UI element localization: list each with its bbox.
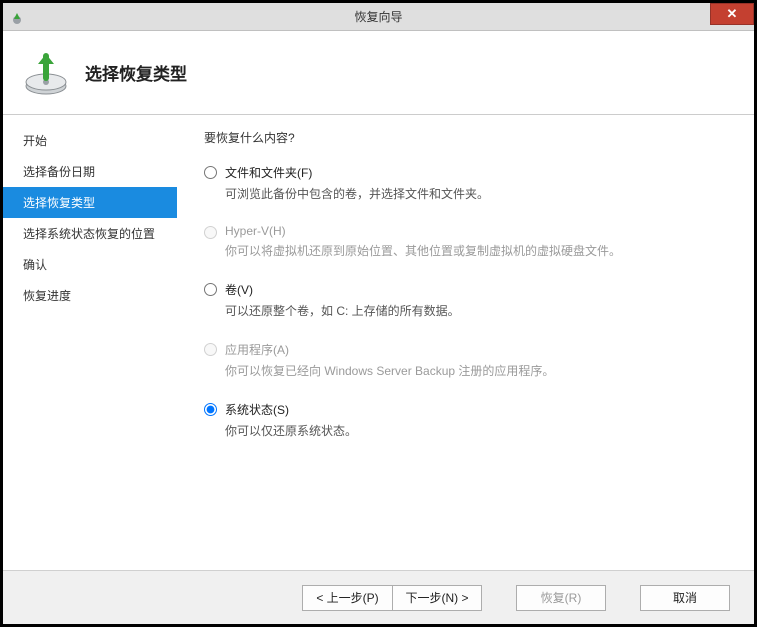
app-icon	[9, 9, 25, 25]
radio-volume[interactable]	[204, 283, 217, 296]
wizard-footer: < 上一步(P) 下一步(N) > 恢复(R) 取消	[3, 570, 754, 624]
radio-files[interactable]	[204, 166, 217, 179]
step-start[interactable]: 开始	[3, 125, 177, 156]
back-button[interactable]: < 上一步(P)	[302, 585, 392, 611]
radio-apps	[204, 343, 217, 356]
close-icon: ✕	[727, 6, 738, 22]
option-files-label: 文件和文件夹(F)	[225, 164, 489, 181]
option-volume-desc: 可以还原整个卷，如 C: 上存储的所有数据。	[225, 302, 460, 319]
step-select-date[interactable]: 选择备份日期	[3, 156, 177, 187]
restore-icon	[21, 48, 71, 98]
option-files-desc: 可浏览此备份中包含的卷，并选择文件和文件夹。	[225, 185, 489, 202]
option-hyperv-label: Hyper-V(H)	[225, 224, 621, 238]
titlebar: 恢复向导 ✕	[3, 3, 754, 31]
step-confirm[interactable]: 确认	[3, 249, 177, 280]
close-button[interactable]: ✕	[710, 3, 754, 25]
option-volume[interactable]: 卷(V) 可以还原整个卷，如 C: 上存储的所有数据。	[204, 281, 734, 333]
option-hyperv: Hyper-V(H) 你可以将虚拟机还原到原始位置、其他位置或复制虚拟机的虚拟硬…	[204, 224, 734, 273]
wizard-sidebar: 开始 选择备份日期 选择恢复类型 选择系统状态恢复的位置 确认 恢复进度	[3, 115, 178, 570]
wizard-header: 选择恢复类型	[3, 31, 754, 115]
option-apps: 应用程序(A) 你可以恢复已经向 Windows Server Backup 注…	[204, 341, 734, 393]
content-question: 要恢复什么内容?	[204, 129, 734, 146]
wizard-content: 要恢复什么内容? 文件和文件夹(F) 可浏览此备份中包含的卷，并选择文件和文件夹…	[178, 115, 754, 570]
next-button[interactable]: 下一步(N) >	[392, 585, 482, 611]
radio-hyperv	[204, 226, 217, 239]
nav-button-group: < 上一步(P) 下一步(N) >	[302, 585, 482, 611]
option-volume-label: 卷(V)	[225, 281, 460, 298]
step-progress[interactable]: 恢复进度	[3, 280, 177, 311]
step-select-location[interactable]: 选择系统状态恢复的位置	[3, 218, 177, 249]
option-system-state[interactable]: 系统状态(S) 你可以仅还原系统状态。	[204, 401, 734, 453]
radio-system-state[interactable]	[204, 403, 217, 416]
cancel-button[interactable]: 取消	[640, 585, 730, 611]
window-title: 恢复向导	[354, 8, 402, 25]
wizard-body: 开始 选择备份日期 选择恢复类型 选择系统状态恢复的位置 确认 恢复进度 要恢复…	[3, 115, 754, 570]
option-system-state-label: 系统状态(S)	[225, 401, 357, 418]
option-hyperv-desc: 你可以将虚拟机还原到原始位置、其他位置或复制虚拟机的虚拟硬盘文件。	[225, 242, 621, 259]
recover-button: 恢复(R)	[516, 585, 606, 611]
option-apps-label: 应用程序(A)	[225, 341, 554, 358]
step-select-type[interactable]: 选择恢复类型	[3, 187, 177, 218]
option-files[interactable]: 文件和文件夹(F) 可浏览此备份中包含的卷，并选择文件和文件夹。	[204, 164, 734, 216]
page-title: 选择恢复类型	[85, 60, 187, 85]
option-apps-desc: 你可以恢复已经向 Windows Server Backup 注册的应用程序。	[225, 362, 554, 379]
option-system-state-desc: 你可以仅还原系统状态。	[225, 422, 357, 439]
wizard-window: 恢复向导 ✕ 选择恢复类型 开始 选择备份日期 选择恢复类型 选择系统状态恢复的…	[0, 0, 757, 627]
